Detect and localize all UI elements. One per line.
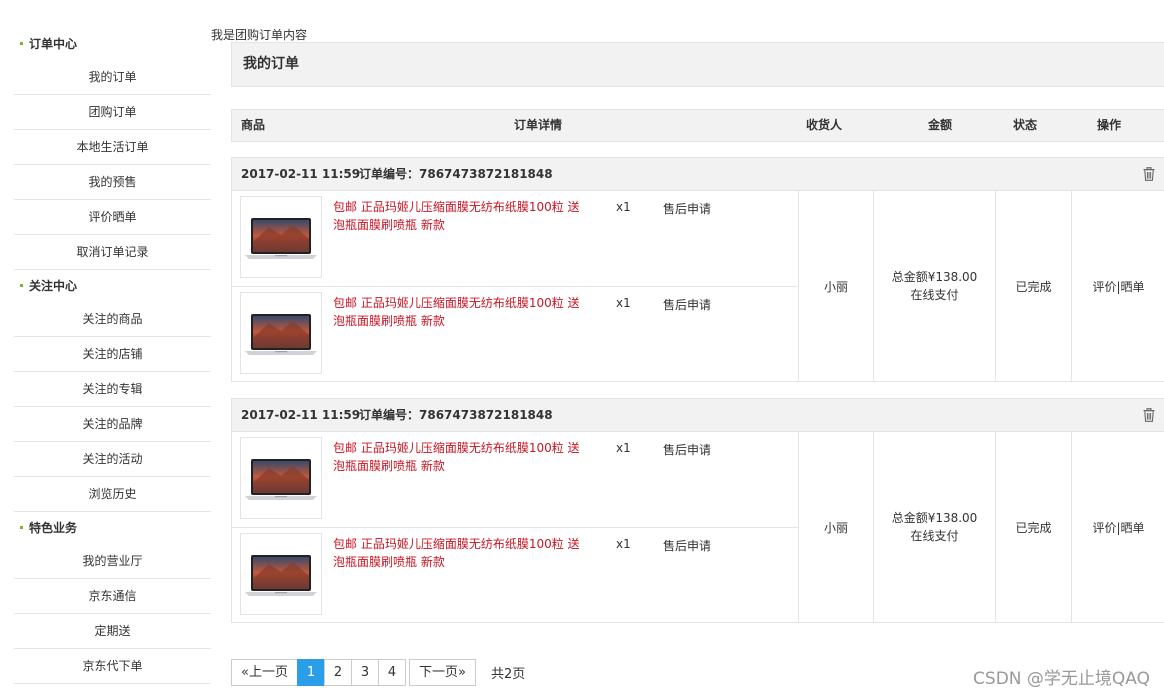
order-status: 已完成 (1015, 279, 1052, 294)
order-item-row: 包邮 正品玛姬儿压缩面膜无纺布纸膜100粒 送泡瓶面膜刷喷瓶 新款 x1 售后申… (232, 432, 798, 527)
status-cell: 已完成 (995, 191, 1071, 381)
sidebar: 订单中心 我的订单 团购订单 本地生活订单 我的预售 评价晒单 取消订单记录 关… (14, 28, 211, 684)
order-body: 包邮 正品玛姬儿压缩面膜无纺布纸膜100粒 送泡瓶面膜刷喷瓶 新款 x1 售后申… (232, 432, 1164, 622)
watermark: CSDN @学无止境QAQ (973, 669, 1150, 689)
order-item-row: 包邮 正品玛姬儿压缩面膜无纺布纸膜100粒 送泡瓶面膜刷喷瓶 新款 x1 售后申… (232, 286, 798, 381)
order-header: 2017-02-11 11:59 订单编号：7867473872181848 (232, 399, 1164, 432)
amount-total: 总金额¥138.00 (891, 511, 978, 525)
sidebar-item-group-orders[interactable]: 团购订单 (14, 95, 211, 130)
product-thumbnail[interactable] (240, 292, 322, 374)
product-thumbnail[interactable] (240, 533, 322, 615)
order-number: 订单编号：7867473872181848 (359, 167, 553, 181)
column-ops: 操作 (1097, 118, 1122, 132)
column-amount: 金额 (928, 118, 953, 132)
product-title-link[interactable]: 包邮 正品玛姬儿压缩面膜无纺布纸膜100粒 送泡瓶面膜刷喷瓶 新款 (333, 198, 583, 234)
sidebar-item-followed-albums[interactable]: 关注的专辑 (14, 372, 211, 407)
total-pages: 共2页 (490, 667, 526, 682)
next-page-button[interactable]: 下一页» (408, 659, 476, 686)
trash-icon[interactable] (1143, 408, 1155, 422)
receiver-cell: 小丽 (798, 191, 873, 381)
prev-page-button[interactable]: «上一页 (231, 659, 298, 686)
bullet-icon (20, 42, 23, 45)
order-item-row: 包邮 正品玛姬儿压缩面膜无纺布纸膜100粒 送泡瓶面膜刷喷瓶 新款 x1 售后申… (232, 527, 798, 622)
sidebar-section-title: 订单中心 (14, 28, 211, 60)
sidebar-item-cancelled[interactable]: 取消订单记录 (14, 235, 211, 270)
sidebar-item-reviews[interactable]: 评价晒单 (14, 200, 211, 235)
pagination: «上一页 1 2 3 4 下一页» 共2页 (231, 659, 525, 686)
ops-cell: 评价|晒单 (1071, 432, 1164, 622)
sidebar-item-followed-brands[interactable]: 关注的品牌 (14, 407, 211, 442)
product-title-link[interactable]: 包邮 正品玛姬儿压缩面膜无纺布纸膜100粒 送泡瓶面膜刷喷瓶 新款 (333, 294, 583, 330)
product-title-link[interactable]: 包邮 正品玛姬儿压缩面膜无纺布纸膜100粒 送泡瓶面膜刷喷瓶 新款 (333, 535, 583, 571)
laptop-image (245, 459, 317, 500)
order-date: 2017-02-11 11:59 (241, 167, 361, 181)
sidebar-item-presale[interactable]: 我的预售 (14, 165, 211, 200)
aftersale-link[interactable]: 售后申请 (663, 441, 711, 458)
amount-total: 总金额¥138.00 (891, 270, 978, 284)
receiver-cell: 小丽 (798, 432, 873, 622)
sidebar-section-order-center: 订单中心 我的订单 团购订单 本地生活订单 我的预售 评价晒单 取消订单记录 (14, 28, 211, 270)
sidebar-section-special: 特色业务 我的营业厅 京东通信 定期送 京东代下单 (14, 512, 211, 684)
page-title: 我的订单 (231, 42, 1164, 87)
aftersale-link[interactable]: 售后申请 (663, 200, 711, 217)
receiver-name: 小丽 (823, 279, 848, 294)
item-quantity: x1 (616, 537, 631, 551)
sidebar-item-proxy-order[interactable]: 京东代下单 (14, 649, 211, 684)
laptop-image (245, 314, 317, 355)
sidebar-section-title: 特色业务 (14, 512, 211, 544)
sidebar-item-business-hall[interactable]: 我的营业厅 (14, 544, 211, 579)
page-2-button[interactable]: 2 (323, 659, 352, 686)
bullet-icon (20, 284, 23, 287)
page-1-button[interactable]: 1 (296, 659, 325, 686)
item-quantity: x1 (616, 296, 631, 310)
review-share-link[interactable]: 评价|晒单 (1092, 519, 1144, 536)
order-item-row: 包邮 正品玛姬儿压缩面膜无纺布纸膜100粒 送泡瓶面膜刷喷瓶 新款 x1 售后申… (232, 191, 798, 286)
order-status: 已完成 (1015, 520, 1052, 535)
column-status: 状态 (1013, 118, 1038, 132)
sidebar-item-followed-products[interactable]: 关注的商品 (14, 302, 211, 337)
order-header: 2017-02-11 11:59 订单编号：7867473872181848 (232, 158, 1164, 191)
amount-cell: 总金额¥138.00 在线支付 (873, 432, 995, 622)
aftersale-link[interactable]: 售后申请 (663, 537, 711, 554)
review-share-link[interactable]: 评价|晒单 (1092, 278, 1144, 295)
amount-cell: 总金额¥138.00 在线支付 (873, 191, 995, 381)
sidebar-item-followed-shops[interactable]: 关注的店铺 (14, 337, 211, 372)
laptop-image (245, 555, 317, 596)
order-card: 2017-02-11 11:59 订单编号：7867473872181848 包… (231, 398, 1164, 623)
table-header: 商品 订单详情 收货人 金额 状态 操作 (231, 109, 1164, 142)
page-4-button[interactable]: 4 (377, 659, 406, 686)
item-quantity: x1 (616, 441, 631, 455)
laptop-image (245, 218, 317, 259)
product-title-link[interactable]: 包邮 正品玛姬儿压缩面膜无纺布纸膜100粒 送泡瓶面膜刷喷瓶 新款 (333, 439, 583, 475)
item-quantity: x1 (616, 200, 631, 214)
bullet-icon (20, 526, 23, 529)
sidebar-item-my-orders[interactable]: 我的订单 (14, 60, 211, 95)
payment-method: 在线支付 (910, 529, 959, 543)
sidebar-section-follow-center: 关注中心 关注的商品 关注的店铺 关注的专辑 关注的品牌 关注的活动 浏览历史 (14, 270, 211, 512)
payment-method: 在线支付 (910, 288, 959, 302)
sidebar-item-followed-activities[interactable]: 关注的活动 (14, 442, 211, 477)
aftersale-link[interactable]: 售后申请 (663, 296, 711, 313)
sidebar-item-history[interactable]: 浏览历史 (14, 477, 211, 512)
sidebar-item-local-life-orders[interactable]: 本地生活订单 (14, 130, 211, 165)
group-order-note: 我是团购订单内容 (211, 28, 308, 42)
order-date: 2017-02-11 11:59 (241, 408, 361, 422)
page-3-button[interactable]: 3 (350, 659, 379, 686)
ops-cell: 评价|晒单 (1071, 191, 1164, 381)
receiver-name: 小丽 (823, 520, 848, 535)
trash-icon[interactable] (1143, 167, 1155, 181)
column-receiver: 收货人 (806, 118, 843, 132)
column-detail: 订单详情 (514, 118, 563, 132)
column-product: 商品 (241, 118, 266, 132)
status-cell: 已完成 (995, 432, 1071, 622)
sidebar-section-title: 关注中心 (14, 270, 211, 302)
sidebar-item-scheduled-delivery[interactable]: 定期送 (14, 614, 211, 649)
order-card: 2017-02-11 11:59 订单编号：7867473872181848 包… (231, 157, 1164, 382)
product-thumbnail[interactable] (240, 437, 322, 519)
product-thumbnail[interactable] (240, 196, 322, 278)
sidebar-item-jd-telecom[interactable]: 京东通信 (14, 579, 211, 614)
order-number: 订单编号：7867473872181848 (359, 408, 553, 422)
order-body: 包邮 正品玛姬儿压缩面膜无纺布纸膜100粒 送泡瓶面膜刷喷瓶 新款 x1 售后申… (232, 191, 1164, 381)
